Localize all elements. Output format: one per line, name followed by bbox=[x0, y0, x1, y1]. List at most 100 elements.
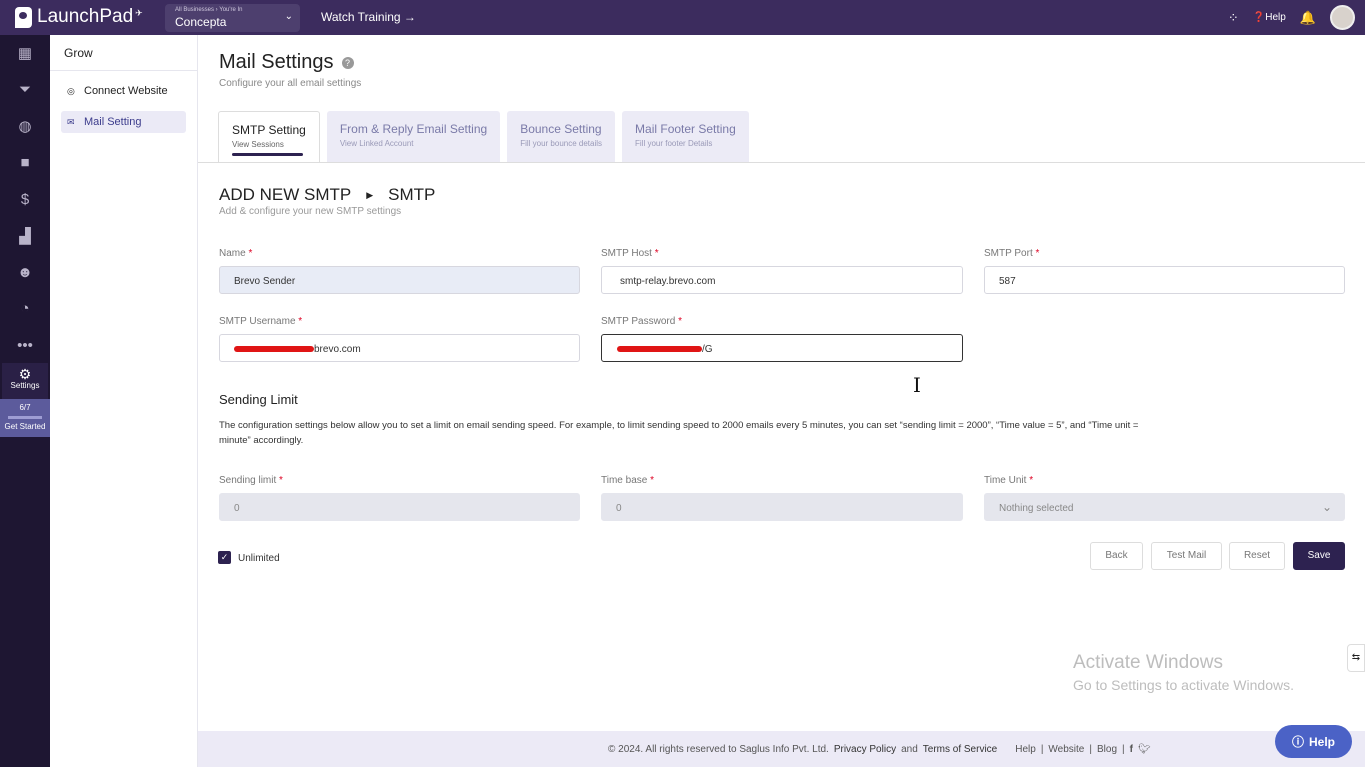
terms-link[interactable]: Terms of Service bbox=[923, 744, 997, 755]
username-suffix: brevo.com bbox=[314, 344, 361, 355]
name-label: Name * bbox=[219, 248, 252, 259]
tab-smtp-setting[interactable]: SMTP Setting View Sessions bbox=[218, 111, 320, 162]
progress-text: 6/7 bbox=[19, 403, 31, 412]
business-name: Concepta bbox=[175, 15, 227, 29]
tab-mail-footer[interactable]: Mail Footer Setting Fill your footer Deta… bbox=[622, 111, 749, 162]
logo-icon bbox=[15, 6, 32, 28]
page-subtitle: Configure your all email settings bbox=[219, 78, 362, 89]
question-icon[interactable]: ? bbox=[341, 56, 354, 69]
footer: © 2024. All rights reserved to Saglus In… bbox=[198, 731, 1365, 767]
redaction-mark bbox=[617, 346, 702, 353]
funnel-icon[interactable]: ⏷ bbox=[0, 72, 50, 109]
bell-icon[interactable]: 🔔 bbox=[1300, 10, 1316, 26]
globe-icon: ◎ bbox=[67, 86, 75, 96]
section-title-left: ADD NEW SMTP bbox=[219, 185, 352, 204]
smtp-password-input[interactable]: /G bbox=[601, 334, 963, 362]
subnav-item-connect-website[interactable]: ◎ Connect Website bbox=[61, 80, 186, 102]
get-started-widget[interactable]: 6/7 Get Started bbox=[0, 399, 50, 437]
required-mark: * bbox=[650, 475, 655, 486]
twitter-icon[interactable]: 🐦︎ bbox=[1138, 744, 1151, 755]
tab-bounce[interactable]: Bounce Setting Fill your bounce details bbox=[507, 111, 616, 162]
name-input[interactable]: Brevo Sender bbox=[219, 266, 580, 294]
smtp-host-input[interactable]: smtp-relay.brevo.com bbox=[601, 266, 963, 294]
video-icon[interactable]: ■ bbox=[0, 145, 50, 182]
time-unit-label: Time Unit * bbox=[984, 475, 1033, 486]
rocket-icon: ✈ bbox=[135, 7, 143, 18]
get-started-label: Get Started bbox=[4, 422, 46, 431]
section-subtitle: Add & configure your new SMTP settings bbox=[219, 206, 402, 217]
sending-limit-input[interactable]: 0 bbox=[219, 493, 580, 521]
subnav-item-label: Connect Website bbox=[84, 85, 168, 97]
required-mark: * bbox=[248, 248, 253, 259]
footer-and: and bbox=[901, 743, 918, 755]
logo[interactable]: LaunchPad ✈ bbox=[15, 6, 143, 28]
smtp-password-label: SMTP Password * bbox=[601, 316, 682, 327]
time-unit-select[interactable]: Nothing selected ⌄ bbox=[984, 493, 1345, 521]
facebook-icon[interactable]: f bbox=[1130, 744, 1133, 755]
more-icon[interactable]: ••• bbox=[0, 327, 50, 364]
watch-training-link[interactable]: Watch Training → bbox=[321, 10, 416, 24]
subnav-item-mail-setting[interactable]: ✉ Mail Setting bbox=[61, 111, 186, 133]
tab-sub: Fill your footer Details bbox=[635, 139, 713, 148]
business-context: All Businesses › You're In bbox=[175, 7, 243, 13]
watermark-line2: Go to Settings to activate Windows. bbox=[1073, 677, 1294, 693]
avatar[interactable] bbox=[1330, 5, 1355, 30]
tab-label: SMTP Setting bbox=[232, 123, 306, 137]
gauge-icon[interactable]: ◔ bbox=[0, 291, 50, 328]
main-content: Mail Settings? Configure your all email … bbox=[198, 35, 1365, 767]
smtp-port-input[interactable]: 587 bbox=[984, 266, 1345, 294]
label-text: SMTP Password bbox=[601, 316, 676, 327]
tab-from-reply[interactable]: From & Reply Email Setting View Linked Ac… bbox=[326, 111, 501, 162]
sending-limit-title: Sending Limit bbox=[219, 392, 298, 407]
required-mark: * bbox=[654, 248, 659, 259]
top-bar: LaunchPad ✈ All Businesses › You're In C… bbox=[0, 0, 1365, 35]
reset-button[interactable]: Reset bbox=[1229, 542, 1285, 570]
footer-website-link[interactable]: Website bbox=[1048, 744, 1084, 755]
page-title-text: Mail Settings bbox=[219, 51, 334, 73]
section-title: ADD NEW SMTP ▶ SMTP bbox=[219, 185, 435, 205]
required-mark: * bbox=[279, 475, 283, 486]
mail-icon: ✉ bbox=[67, 117, 75, 127]
dashboard-icon[interactable]: ▦ bbox=[0, 35, 50, 72]
apps-grid-icon[interactable]: ⁘ bbox=[1228, 10, 1239, 26]
rail-settings[interactable]: ⚙ Settings bbox=[2, 363, 48, 399]
side-tab-icon[interactable]: ⇆ bbox=[1347, 644, 1365, 672]
tab-label: From & Reply Email Setting bbox=[339, 122, 488, 136]
section-title-right: SMTP bbox=[388, 185, 436, 204]
unlimited-checkbox[interactable]: ✓ bbox=[218, 551, 231, 564]
users-icon[interactable]: ☻ bbox=[0, 254, 50, 291]
privacy-link[interactable]: Privacy Policy bbox=[834, 744, 896, 755]
caret-right-icon: ▶ bbox=[366, 190, 374, 201]
progress-bar bbox=[8, 416, 42, 419]
help-button[interactable]: ⓘ Help bbox=[1275, 725, 1352, 758]
page-title: Mail Settings? bbox=[219, 51, 354, 74]
chevron-down-icon: ⌄ bbox=[284, 11, 293, 22]
chart-icon[interactable]: ▟ bbox=[0, 218, 50, 255]
save-button[interactable]: Save bbox=[1293, 542, 1345, 570]
help-button-label: Help bbox=[1309, 734, 1336, 749]
footer-blog-link[interactable]: Blog bbox=[1097, 744, 1117, 755]
time-base-input[interactable]: 0 bbox=[601, 493, 963, 521]
globe-icon[interactable]: ◍ bbox=[0, 108, 50, 145]
footer-sep: | bbox=[1122, 743, 1125, 755]
password-tail: /G bbox=[702, 344, 713, 355]
settings-label: Settings bbox=[10, 381, 40, 390]
footer-help-link[interactable]: Help bbox=[1015, 744, 1036, 755]
required-mark: * bbox=[298, 316, 303, 327]
business-selector[interactable]: All Businesses › You're In Concepta ⌄ bbox=[165, 4, 300, 32]
logo-text: LaunchPad bbox=[37, 6, 134, 27]
footer-sep: | bbox=[1040, 743, 1044, 755]
text-cursor-icon: I bbox=[913, 373, 921, 397]
label-text: Name bbox=[219, 248, 246, 259]
smtp-username-input[interactable]: brevo.com bbox=[219, 334, 580, 362]
back-button[interactable]: Back bbox=[1090, 542, 1143, 570]
smtp-host-label: SMTP Host * bbox=[601, 248, 659, 259]
label-text: Sending limit bbox=[219, 475, 277, 486]
help-menu[interactable]: ❓Help bbox=[1253, 12, 1286, 23]
gear-icon: ⚙ bbox=[18, 366, 32, 382]
test-mail-button[interactable]: Test Mail bbox=[1151, 542, 1222, 570]
tab-divider bbox=[198, 162, 1365, 163]
sending-limit-description: The configuration settings below allow y… bbox=[219, 420, 1139, 446]
redaction-mark bbox=[234, 346, 314, 353]
dollar-icon[interactable]: $ bbox=[0, 181, 50, 218]
